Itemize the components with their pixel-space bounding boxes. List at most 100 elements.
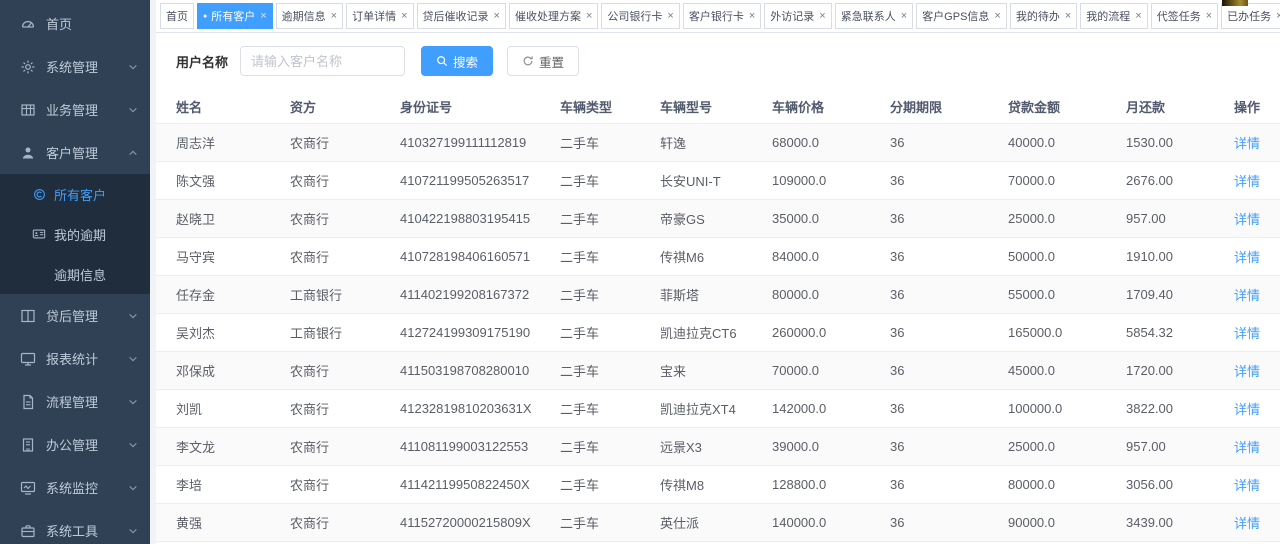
cell-loan: 80000.0 xyxy=(1008,466,1126,504)
sidebar-item-process-mgmt[interactable]: 流程管理 xyxy=(0,380,150,423)
cell-vtype: 二手车 xyxy=(560,466,660,504)
sidebar-item-home[interactable]: 首页 xyxy=(0,2,150,45)
cell-term: 36 xyxy=(890,238,1008,276)
close-icon[interactable]: × xyxy=(1135,10,1141,22)
col-header-actions: 操作 xyxy=(1234,90,1280,124)
close-icon[interactable]: × xyxy=(401,10,407,22)
cell-id: 41142119950822450X xyxy=(400,466,560,504)
chevron-down-icon xyxy=(128,397,138,407)
chevron-down-icon xyxy=(128,526,138,536)
tab-label: 首页 xyxy=(166,8,188,24)
sidebar-item-overdue-info[interactable]: 逾期信息 xyxy=(0,254,150,294)
reset-button[interactable]: 重置 xyxy=(507,46,579,76)
tab[interactable]: 订单详情 × xyxy=(346,3,413,29)
close-icon[interactable]: × xyxy=(749,10,755,22)
tab[interactable]: 已办任务 × xyxy=(1221,3,1280,29)
dashboard-icon xyxy=(20,16,36,32)
search-button[interactable]: 搜索 xyxy=(421,46,493,76)
detail-link[interactable]: 详情 xyxy=(1234,174,1260,189)
cell-loan: 90000.0 xyxy=(1008,504,1126,542)
cell-loan: 40000.0 xyxy=(1008,124,1126,162)
close-icon[interactable]: × xyxy=(494,10,500,22)
close-icon[interactable]: × xyxy=(331,10,337,22)
cell-id: 411081199003122553 xyxy=(400,428,560,466)
close-icon[interactable]: × xyxy=(586,10,592,22)
cell-id: 412724199309175190 xyxy=(400,314,560,352)
close-icon[interactable]: × xyxy=(901,10,907,22)
columns-icon xyxy=(20,308,36,324)
cell-vtype: 二手车 xyxy=(560,504,660,542)
close-icon[interactable]: × xyxy=(667,10,673,22)
cell-vmodel: 菲斯塔 xyxy=(660,276,772,314)
tab[interactable]: 客户GPS信息 × xyxy=(916,3,1007,29)
tab[interactable]: ● 所有客户 × xyxy=(197,3,273,29)
tab[interactable]: 紧急联系人 × xyxy=(835,3,913,29)
detail-link[interactable]: 详情 xyxy=(1234,326,1260,341)
tab[interactable]: 我的流程 × xyxy=(1080,3,1147,29)
cell-name: 马守宾 xyxy=(156,238,290,276)
sidebar-item-office-mgmt[interactable]: 办公管理 xyxy=(0,423,150,466)
cell-monthly: 3822.00 xyxy=(1126,390,1234,428)
chevron-down-icon xyxy=(128,62,138,72)
tab[interactable]: 催收处理方案 × xyxy=(509,3,598,29)
close-icon[interactable]: × xyxy=(260,10,266,22)
tab[interactable]: 贷后催收记录 × xyxy=(417,3,506,29)
cell-vtype: 二手车 xyxy=(560,276,660,314)
close-icon[interactable]: × xyxy=(1206,10,1212,22)
detail-link[interactable]: 详情 xyxy=(1234,516,1260,531)
detail-link[interactable]: 详情 xyxy=(1234,440,1260,455)
sidebar-item-system-tools[interactable]: 系统工具 xyxy=(0,509,150,544)
sidebar-item-report-stats[interactable]: 报表统计 xyxy=(0,337,150,380)
tab[interactable]: 我的待办 × xyxy=(1010,3,1077,29)
detail-link[interactable]: 详情 xyxy=(1234,136,1260,151)
cell-price: 70000.0 xyxy=(772,352,890,390)
customer-name-input[interactable] xyxy=(240,46,405,76)
tab[interactable]: 外访记录 × xyxy=(764,3,831,29)
id-card-icon xyxy=(32,227,46,241)
sidebar-item-customer-mgmt[interactable]: 客户管理 xyxy=(0,131,150,174)
tab[interactable]: 代签任务 × xyxy=(1151,3,1218,29)
sidebar-item-postloan-mgmt[interactable]: 贷后管理 xyxy=(0,294,150,337)
tab-label: 客户银行卡 xyxy=(689,8,744,24)
cell-loan: 25000.0 xyxy=(1008,200,1126,238)
tab-label: 贷后催收记录 xyxy=(423,8,489,24)
table-row: 周志洋 农商行 410327199111112819 二手车 轩逸 68000.… xyxy=(156,124,1280,162)
tab[interactable]: 客户银行卡 × xyxy=(683,3,761,29)
gear-icon xyxy=(20,59,36,75)
cell-term: 36 xyxy=(890,352,1008,390)
sidebar-item-business-mgmt[interactable]: 业务管理 xyxy=(0,88,150,131)
col-header-funder: 资方 xyxy=(290,90,400,124)
close-icon[interactable]: × xyxy=(994,10,1000,22)
col-header-monthly: 月还款 xyxy=(1126,90,1234,124)
sidebar-item-all-customers[interactable]: 所有客户 xyxy=(0,174,150,214)
detail-link[interactable]: 详情 xyxy=(1234,288,1260,303)
tab[interactable]: 逾期信息 × xyxy=(276,3,343,29)
cell-term: 36 xyxy=(890,466,1008,504)
detail-link[interactable]: 详情 xyxy=(1234,212,1260,227)
table-row: 马守宾 农商行 410728198406160571 二手车 传祺M6 8400… xyxy=(156,238,1280,276)
close-icon[interactable]: × xyxy=(819,10,825,22)
active-dot-icon: ● xyxy=(203,13,207,20)
sidebar-item-system-monitor[interactable]: 系统监控 xyxy=(0,466,150,509)
detail-link[interactable]: 详情 xyxy=(1234,364,1260,379)
cell-price: 109000.0 xyxy=(772,162,890,200)
main-area: 首页 ● 所有客户 × 逾期信息 × 订单详情 xyxy=(156,0,1280,544)
tab-label: 已办任务 xyxy=(1227,8,1271,24)
close-icon[interactable]: × xyxy=(1276,10,1280,22)
close-icon[interactable]: × xyxy=(1065,10,1071,22)
cell-vtype: 二手车 xyxy=(560,428,660,466)
sidebar-item-my-overdue[interactable]: 我的逾期 xyxy=(0,214,150,254)
cell-loan: 165000.0 xyxy=(1008,314,1126,352)
cell-loan: 45000.0 xyxy=(1008,352,1126,390)
detail-link[interactable]: 详情 xyxy=(1234,250,1260,265)
customer-table: 姓名 资方 身份证号 车辆类型 车辆型号 车辆价格 分期期限 贷款金额 月还款 … xyxy=(156,90,1280,544)
detail-link[interactable]: 详情 xyxy=(1234,402,1260,417)
tab[interactable]: 公司银行卡 × xyxy=(601,3,679,29)
cell-monthly: 1910.00 xyxy=(1126,238,1234,276)
tab[interactable]: 首页 xyxy=(160,3,194,29)
table-row: 刘凯 农商行 41232819810203631X 二手车 凯迪拉克XT4 14… xyxy=(156,390,1280,428)
cell-monthly: 1530.00 xyxy=(1126,124,1234,162)
tab-label: 紧急联系人 xyxy=(841,8,896,24)
detail-link[interactable]: 详情 xyxy=(1234,478,1260,493)
sidebar-item-system-mgmt[interactable]: 系统管理 xyxy=(0,45,150,88)
